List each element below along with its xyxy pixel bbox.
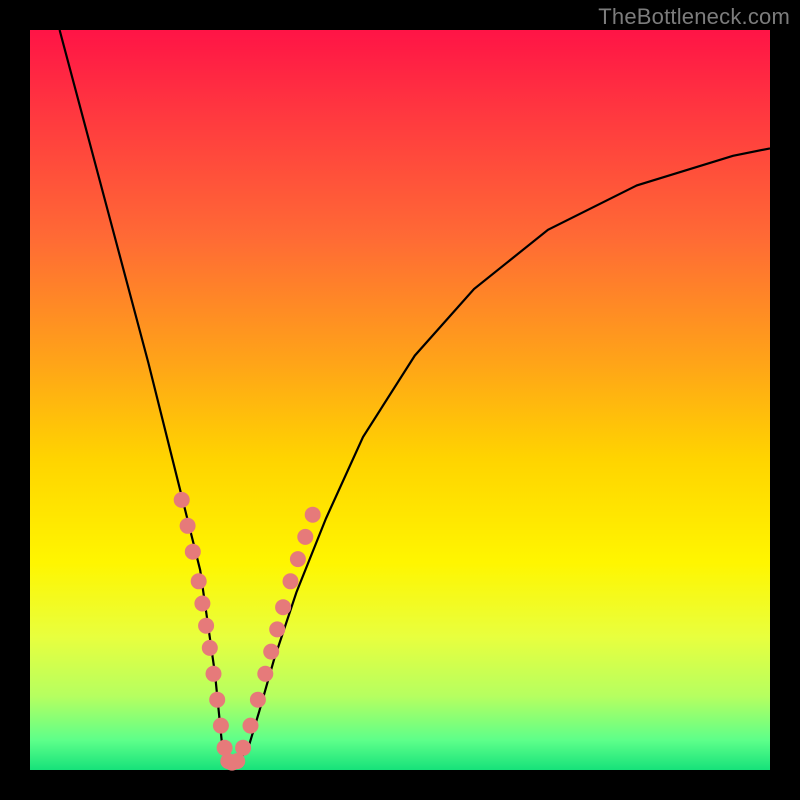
highlight-dot: [194, 596, 210, 612]
highlight-dot: [180, 518, 196, 534]
highlight-dot: [213, 718, 229, 734]
highlight-dot: [263, 644, 279, 660]
highlight-dot: [243, 718, 259, 734]
highlight-dot: [269, 621, 285, 637]
highlight-dot: [209, 692, 225, 708]
highlight-dot: [235, 740, 251, 756]
chart-frame: TheBottleneck.com: [0, 0, 800, 800]
highlight-dot: [250, 692, 266, 708]
chart-svg: [30, 30, 770, 770]
curve-line: [60, 30, 770, 763]
highlight-dot: [297, 529, 313, 545]
highlight-dot: [174, 492, 190, 508]
plot-area: [30, 30, 770, 770]
highlight-dot: [191, 573, 207, 589]
highlight-dot: [283, 573, 299, 589]
highlight-dot: [257, 666, 273, 682]
highlight-dot: [305, 507, 321, 523]
highlight-dot: [198, 618, 214, 634]
highlight-dot: [202, 640, 218, 656]
highlight-dot: [185, 544, 201, 560]
highlight-dots: [174, 492, 321, 771]
watermark-label: TheBottleneck.com: [598, 4, 790, 30]
highlight-dot: [275, 599, 291, 615]
highlight-dot: [206, 666, 222, 682]
highlight-dot: [290, 551, 306, 567]
